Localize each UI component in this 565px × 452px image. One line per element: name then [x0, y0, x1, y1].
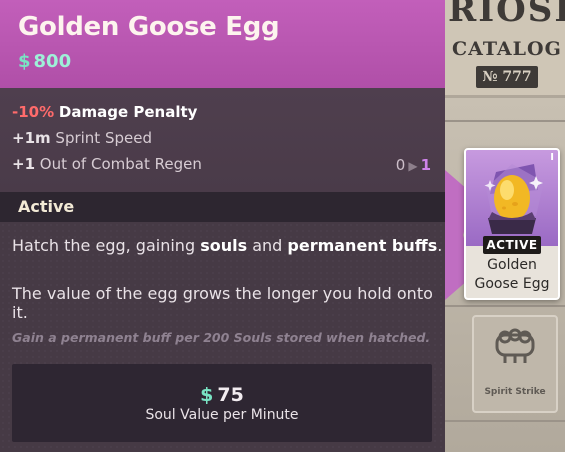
progress-to: 1	[420, 156, 431, 174]
active-description-2: The value of the egg grows the longer yo…	[12, 284, 433, 322]
spirit-card-name: Spirit Strike	[484, 387, 546, 397]
souls-currency-icon: $	[18, 51, 31, 72]
stat-value: +1	[12, 155, 36, 173]
catalog-partial-title: RIOSI	[448, 0, 565, 30]
stat-label: Out of Combat Regen	[39, 155, 202, 173]
desc-text: .	[437, 236, 443, 255]
active-note: Gain a permanent buff per 200 Souls stor…	[12, 330, 431, 345]
active-label: Active	[18, 197, 75, 216]
item-tooltip: Golden Goose Egg $800 -10% Damage Penalt…	[0, 0, 445, 452]
soul-value: $75	[12, 384, 432, 406]
desc-keyword-buffs: permanent buffs	[287, 236, 438, 255]
stat-value: +1m	[12, 129, 51, 147]
desc-text: and	[247, 236, 288, 255]
grid-divider	[445, 120, 565, 122]
grid-divider	[445, 305, 565, 307]
item-card-spirit-strike[interactable]: Spirit Strike	[472, 315, 558, 413]
active-description-1: Hatch the egg, gaining souls and permane…	[12, 236, 442, 255]
soul-value-number: 75	[217, 384, 244, 406]
card-tier: I	[550, 152, 554, 163]
stat-sprint-speed: +1m Sprint Speed	[12, 129, 152, 147]
card-name-line2: Goose Egg	[474, 276, 550, 292]
stat-damage-penalty: -10% Damage Penalty	[12, 103, 197, 121]
progress-from: 0	[395, 156, 406, 174]
active-badge: ACTIVE	[483, 236, 541, 254]
item-card-golden-goose-egg[interactable]: I ACTIVE Golden Goose Egg	[464, 148, 560, 300]
card-name-line1: Golden	[487, 257, 537, 273]
grid-divider	[445, 420, 565, 422]
active-section-bar: Active	[0, 192, 445, 222]
stat-value: -10%	[12, 103, 55, 121]
soul-value-box: $75 Soul Value per Minute	[12, 364, 432, 442]
souls-currency-icon: $	[200, 384, 214, 406]
golden-egg-icon	[484, 164, 544, 234]
card-name: Golden Goose Egg	[466, 256, 558, 294]
spirit-strike-icon	[495, 328, 535, 363]
price-value: 800	[33, 51, 72, 72]
soul-value-caption: Soul Value per Minute	[145, 407, 299, 423]
desc-keyword-souls: souls	[200, 236, 248, 255]
item-price: $800	[18, 51, 71, 72]
stat-label: Sprint Speed	[55, 129, 152, 147]
catalog-number: № 777	[476, 66, 538, 88]
catalog-title: CATALOG	[452, 38, 562, 60]
arrow-right-icon: ▶	[408, 159, 418, 173]
stat-regen: +1 Out of Combat Regen	[12, 155, 202, 173]
stats-section: -10% Damage Penalty +1m Sprint Speed +1 …	[0, 88, 445, 192]
tooltip-header: Golden Goose Egg $800	[0, 0, 445, 88]
regen-progression: 0 ▶ 1	[396, 156, 431, 174]
item-title: Golden Goose Egg	[18, 12, 280, 42]
card-art: I	[466, 150, 558, 246]
desc-text: Hatch the egg, gaining	[12, 236, 201, 255]
stat-label: Damage Penalty	[58, 103, 198, 121]
